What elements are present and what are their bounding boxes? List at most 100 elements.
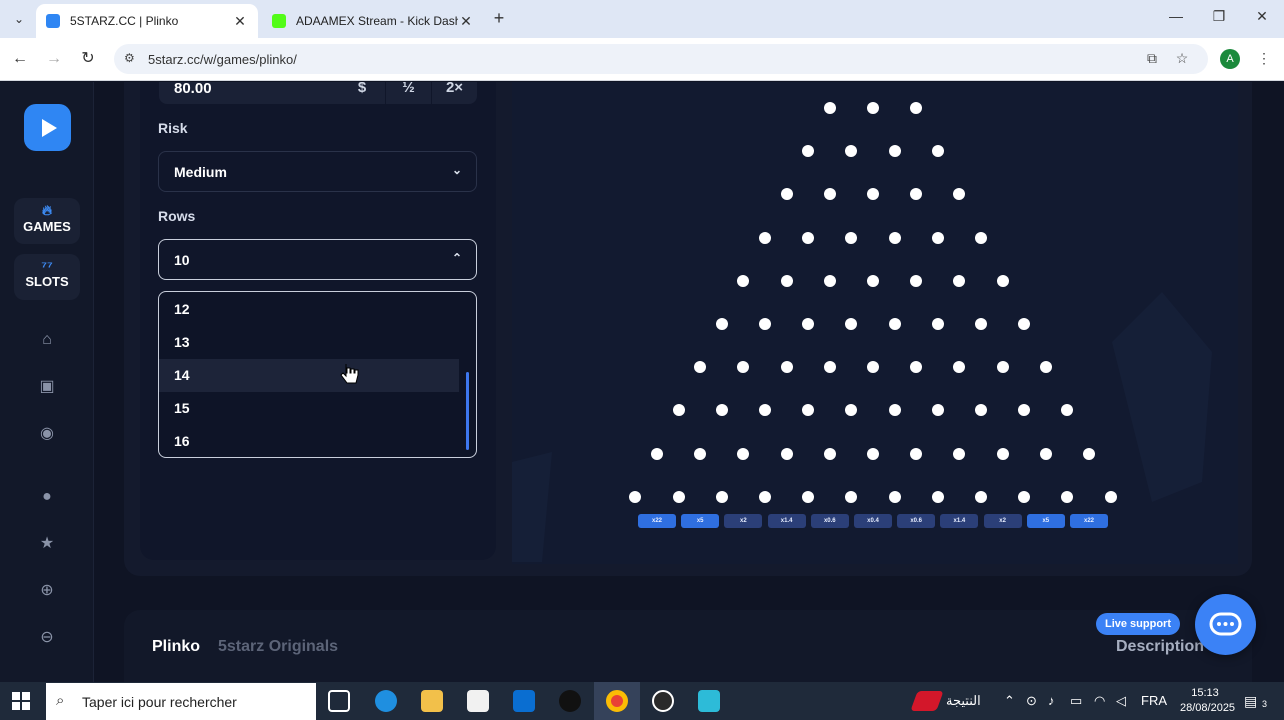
plinko-peg [780, 447, 793, 460]
plinko-peg [823, 274, 836, 287]
minimize-icon[interactable]: — [1166, 8, 1186, 24]
translate-icon[interactable]: ⧉ [1142, 50, 1162, 67]
plinko-peg [759, 231, 771, 244]
home-icon[interactable]: ⌂ [37, 330, 57, 350]
task-view-icon[interactable] [328, 690, 350, 712]
news-widget-icon[interactable] [910, 691, 944, 711]
windows-start-icon[interactable] [12, 692, 30, 710]
back-arrow-icon[interactable]: ← [10, 49, 30, 69]
plinko-peg [1018, 490, 1031, 503]
microphone-icon[interactable]: ♪ [1048, 693, 1055, 708]
nav-games-button[interactable]: 🔥︎ GAMES [14, 198, 80, 244]
risk-label: Risk [158, 120, 188, 136]
live-support-badge[interactable]: Live support [1096, 613, 1180, 635]
rows-option[interactable]: 15 [159, 392, 459, 425]
plinko-peg [953, 447, 966, 460]
site-viewport: 🔥︎ GAMES ⁷⁷ SLOTS ⌂ ▣ ◉ ● ★ ⊕ ⊖ 80.00 $ … [0, 82, 1284, 682]
live-chat-button[interactable] [1195, 594, 1256, 655]
taskbar-clock[interactable]: 15:13 28/08/2025 [1180, 686, 1235, 716]
rows-option[interactable]: 12 [159, 293, 459, 326]
edge-browser-icon[interactable] [375, 690, 397, 712]
tab-5starz-plinko[interactable]: 5STARZ.CC | Plinko ✕ [36, 4, 258, 38]
notification-center-icon[interactable]: ▤ [1244, 693, 1257, 710]
rows-select[interactable]: 10 ⌃ [158, 239, 477, 280]
reload-icon[interactable]: ↻ [78, 49, 98, 69]
close-tab-icon[interactable]: ✕ [458, 13, 474, 30]
multiplier-slot: x5 [681, 514, 720, 528]
plinko-peg [1083, 447, 1095, 460]
forward-arrow-icon[interactable]: → [44, 49, 64, 69]
plinko-board-area [512, 82, 1238, 564]
5starz-logo[interactable] [24, 104, 71, 151]
tiktok-icon[interactable] [559, 690, 581, 712]
url-text[interactable]: 5starz.cc/w/games/plinko/ [148, 52, 297, 67]
nav-slots-label: SLOTS [25, 274, 69, 289]
outlook-icon[interactable] [513, 690, 535, 712]
taskbar-search-box[interactable]: ⌕ Taper ici pour rechercher [46, 683, 316, 720]
bookmark-star-icon[interactable]: ☆ [1172, 50, 1192, 67]
tray-app-icon[interactable]: ⊙ [1026, 693, 1037, 709]
tab-search-chevron-icon[interactable]: ⌄ [8, 9, 30, 29]
close-tab-icon[interactable]: ✕ [232, 13, 248, 30]
site-info-icon[interactable]: ⚙ [124, 51, 135, 65]
plinko-peg [1039, 447, 1052, 460]
rows-select-value: 10 [174, 252, 190, 268]
plinko-peg [996, 361, 1009, 374]
plinko-peg [694, 447, 707, 460]
volume-icon[interactable]: ◁ [1116, 693, 1126, 709]
hand-cursor-icon [340, 364, 359, 384]
multiplier-slot: x0.6 [810, 514, 849, 528]
plinko-peg [931, 318, 944, 330]
plinko-peg [975, 231, 987, 244]
kick-favicon-icon [272, 14, 286, 28]
add-circle-icon[interactable]: ⊕ [37, 581, 57, 601]
restore-window-icon[interactable]: ❐ [1209, 8, 1229, 25]
game-subtitle: 5starz Originals [218, 638, 339, 655]
plinko-peg [931, 490, 944, 503]
remove-circle-icon[interactable]: ⊖ [37, 628, 57, 648]
plinko-peg [931, 145, 944, 158]
description-tab[interactable]: Description [1116, 638, 1204, 656]
dropdown-scrollbar[interactable] [466, 372, 469, 450]
stock-chart-app-icon[interactable] [698, 690, 720, 712]
plinko-peg [867, 274, 879, 287]
profile-avatar[interactable]: A [1220, 49, 1240, 69]
browser-menu-icon[interactable]: ⋮ [1254, 50, 1274, 67]
rows-option[interactable]: 13 [159, 326, 459, 359]
file-explorer-icon[interactable] [421, 690, 443, 712]
rows-label: Rows [158, 208, 196, 224]
battery-icon[interactable]: ▭ [1070, 693, 1082, 709]
rows-option[interactable]: 16 [159, 425, 459, 457]
gift-icon[interactable]: ▣ [37, 377, 57, 397]
multiplier-slot: x5 [1026, 514, 1065, 528]
user-icon[interactable]: ● [37, 487, 57, 507]
chevron-up-icon: ⌃ [451, 251, 462, 265]
bet-amount-input[interactable]: 80.00 [174, 82, 212, 97]
close-window-icon[interactable]: ✕ [1252, 8, 1272, 25]
omnibox[interactable]: ⚙ 5starz.cc/w/games/plinko/ [114, 44, 1208, 74]
multiplier-slot: x1.4 [767, 514, 806, 528]
obs-icon[interactable] [652, 690, 674, 712]
plinko-peg [888, 318, 901, 330]
new-tab-plus-icon[interactable]: + [489, 8, 509, 29]
news-widget-label[interactable]: النتيجة [946, 693, 981, 709]
tray-chevron-up-icon[interactable]: ⌃ [1004, 693, 1015, 709]
double-bet-button[interactable]: 2× [431, 82, 477, 104]
plinko-peg [759, 318, 771, 330]
plinko-peg [867, 102, 879, 114]
rows-option-hovered[interactable]: 14 [159, 359, 459, 392]
slots-777-icon: ⁷⁷ [41, 258, 53, 274]
wifi-icon[interactable]: ◠ [1094, 693, 1105, 709]
favorites-star-icon[interactable]: ★ [37, 534, 57, 554]
nav-slots-button[interactable]: ⁷⁷ SLOTS [14, 254, 80, 300]
nav-games-label: GAMES [23, 219, 71, 234]
half-bet-button[interactable]: ½ [385, 82, 431, 104]
language-indicator[interactable]: FRA [1141, 693, 1167, 708]
tab-kick-dashboard[interactable]: ADAAMEX Stream - Kick Dashb ✕ [262, 4, 484, 38]
plinko-peg [802, 490, 815, 503]
support-headset-icon[interactable]: ◉ [37, 424, 57, 444]
chrome-icon[interactable] [606, 690, 628, 712]
microsoft-store-icon[interactable] [467, 690, 489, 712]
risk-select[interactable]: Medium ⌄ [158, 151, 477, 192]
rows-dropdown-list[interactable]: 12 13 14 15 16 [158, 291, 477, 458]
